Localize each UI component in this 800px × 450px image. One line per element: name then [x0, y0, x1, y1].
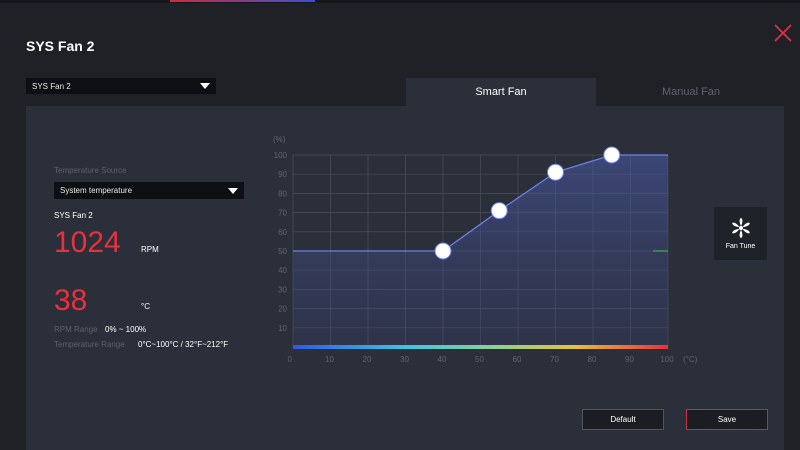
default-button[interactable]: Default: [582, 409, 664, 430]
fan-tune-label: Fan Tune: [725, 243, 756, 250]
curve-control-point[interactable]: [603, 146, 621, 164]
temperature-unit: °C: [141, 302, 150, 311]
temperature-source-label: Temperature Source: [54, 166, 127, 175]
fan-name-label: SYS Fan 2: [54, 211, 93, 220]
chevron-down-icon: [228, 187, 238, 194]
curve-control-point[interactable]: [490, 202, 508, 220]
save-button[interactable]: Save: [686, 409, 768, 430]
rpm-value: 1024: [54, 226, 121, 259]
temperature-value: 38: [54, 284, 88, 317]
top-accent-bar: [170, 0, 315, 2]
fan-select-dropdown[interactable]: SYS Fan 2: [26, 78, 216, 94]
curve-control-point[interactable]: [547, 163, 564, 181]
curve-control-point[interactable]: [434, 242, 452, 260]
tab-manual-fan[interactable]: Manual Fan: [596, 78, 786, 106]
chevron-down-icon: [200, 83, 210, 89]
close-icon: [774, 24, 792, 42]
rpm-range-label: RPM Range: [54, 325, 98, 334]
rpm-range-value: 0% ~ 100%: [105, 325, 147, 334]
close-button[interactable]: [772, 22, 794, 44]
temperature-source-value: System temperature: [60, 186, 133, 195]
temperature-range-label: Temperature Range: [54, 340, 125, 349]
temperature-source-dropdown[interactable]: System temperature: [54, 182, 244, 199]
smart-fan-panel: [26, 106, 784, 450]
rpm-unit: RPM: [141, 245, 159, 254]
temperature-range-value: 0°C~100°C / 32°F~212°F: [138, 340, 229, 349]
tab-smart-fan[interactable]: Smart Fan: [406, 78, 596, 106]
fan-icon: [731, 217, 750, 239]
fan-tune-button[interactable]: Fan Tune: [714, 207, 767, 260]
window-title: SYS Fan 2: [26, 38, 95, 54]
fan-select-value: SYS Fan 2: [32, 81, 71, 91]
top-strip: [0, 0, 800, 3]
